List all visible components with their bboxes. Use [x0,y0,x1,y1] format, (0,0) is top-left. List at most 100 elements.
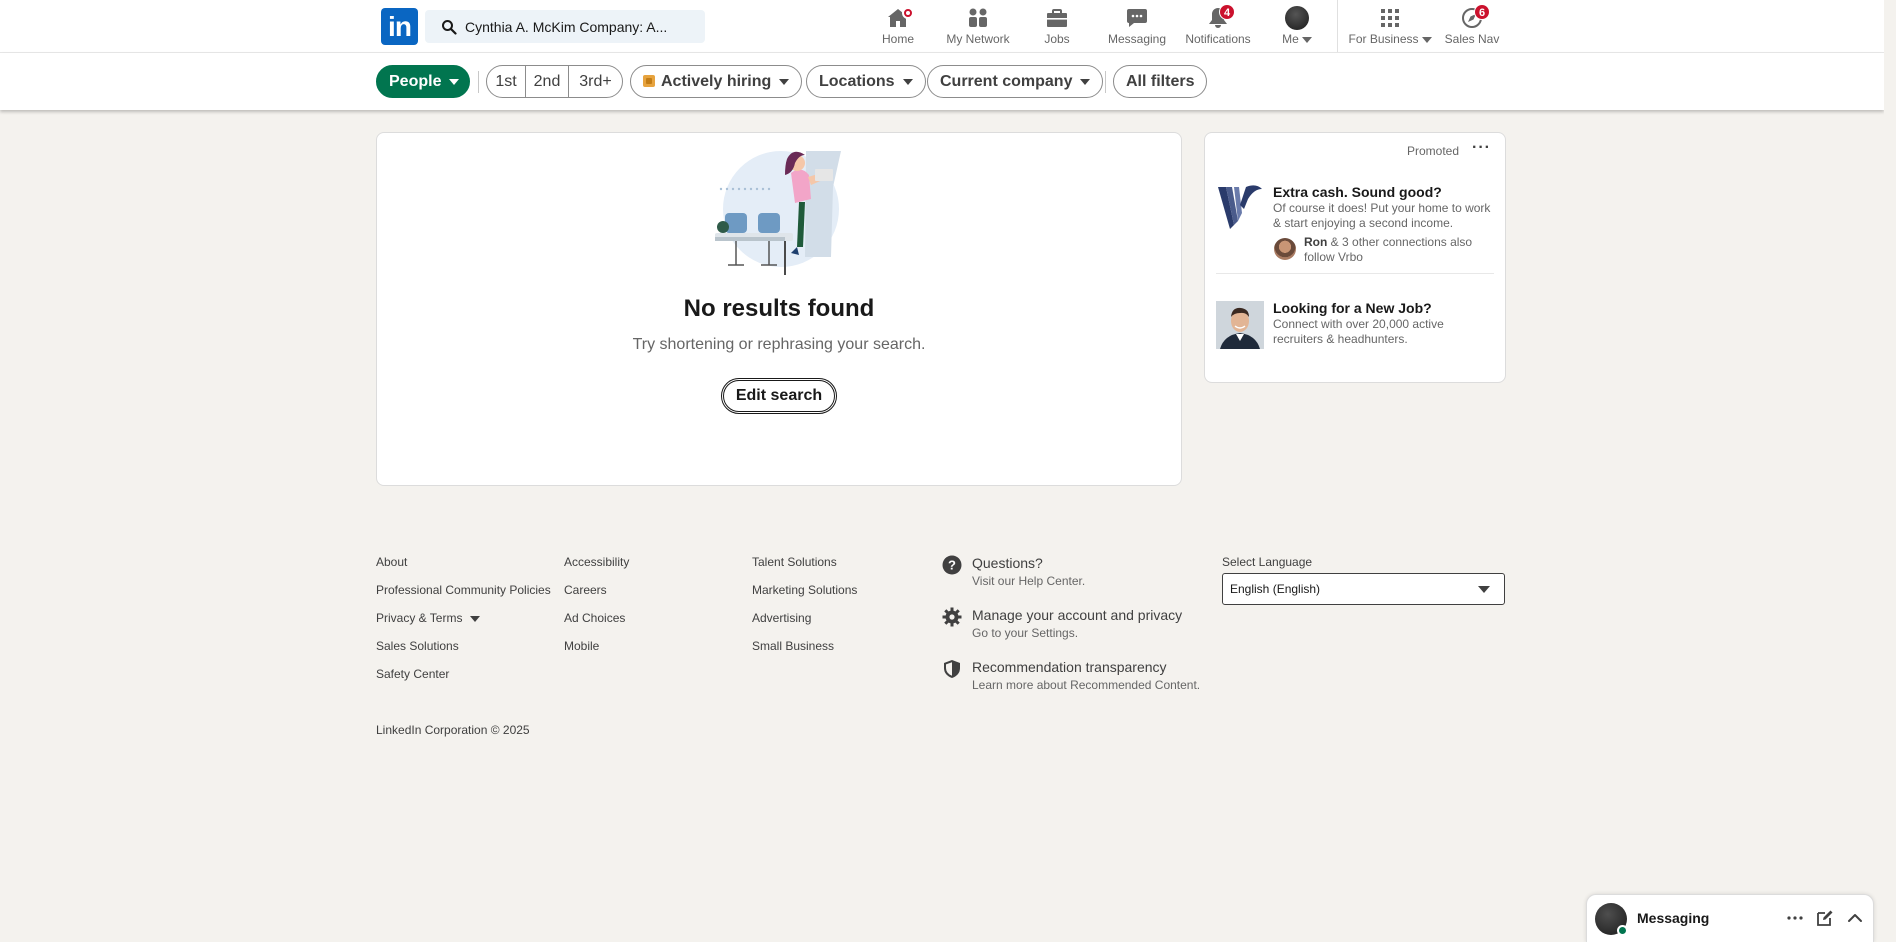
recruiter-photo[interactable] [1216,301,1264,349]
degree-3rd-button[interactable]: 3rd+ [569,66,622,97]
shield-icon [944,660,960,678]
chevron-down-icon [1421,36,1432,43]
no-results-subtitle: Try shortening or rephrasing your search… [632,336,926,353]
svg-text:?: ? [948,558,956,573]
degree-2nd-button[interactable]: 2nd [526,66,569,97]
messaging-overlay[interactable]: Messaging [1586,894,1874,942]
top-nav: in Cynthia A. McKim Company: A... Home M… [0,0,1884,53]
linkedin-logo[interactable]: in [381,8,418,45]
language-label: Select Language [1222,555,1313,569]
sales-nav-badge: 6 [1474,4,1490,20]
actively-hiring-filter[interactable]: Actively hiring [630,65,803,98]
nav-for-business-label: For Business [1346,32,1434,46]
degree-1st-button[interactable]: 1st [487,66,526,97]
footer-link[interactable]: Advertising [752,611,811,625]
more-options-icon[interactable] [1784,907,1806,929]
footer-link[interactable]: Accessibility [564,555,629,569]
messaging-icon [1127,9,1147,27]
help-subtitle: Visit our Help Center. [972,574,1086,588]
question-icon: ? [942,555,962,575]
filter-divider [478,71,479,93]
chevron-down-icon [449,78,460,85]
current-company-filter[interactable]: Current company [927,65,1104,98]
ad-text: Connect with over 20,000 active recruite… [1273,317,1444,346]
nav-divider [1337,0,1338,52]
footer-link-privacy-terms[interactable]: Privacy & Terms [376,611,481,625]
nav-sales-nav-label: Sales Nav [1444,32,1500,46]
connection-degree-group: 1st 2nd 3rd+ [486,65,623,98]
footer-link[interactable]: Professional Community Policies [376,583,551,597]
promoted-card: Promoted ··· Extra cash. Sound good? Of … [1204,132,1506,383]
footer-link[interactable]: Safety Center [376,667,449,681]
search-value: Cynthia A. McKim Company: A... [465,19,668,35]
help-title[interactable]: Recommendation transparency [972,659,1167,675]
online-status-icon [1617,925,1628,936]
nav-notifications-label: Notifications [1185,32,1251,46]
hiring-icon [643,75,655,87]
messaging-label: Messaging [1637,910,1710,926]
filter-divider [1105,71,1106,93]
filter-bar: People 1st 2nd 3rd+ Actively hiring Loca… [0,53,1884,110]
footer-link[interactable]: Small Business [752,639,834,653]
ad-divider [1216,273,1494,274]
vrbo-logo[interactable] [1216,185,1264,231]
nav-me[interactable]: Me [1272,4,1322,50]
ad-title[interactable]: Looking for a New Job? [1273,300,1432,316]
search-icon [442,20,457,35]
footer-link[interactable]: Mobile [564,639,599,653]
chevron-down-icon [1478,586,1490,593]
footer-link[interactable]: Careers [564,583,607,597]
page-scrollbar[interactable] [1884,0,1896,942]
nav-sales-nav[interactable]: 6 Sales Nav [1442,4,1502,50]
nav-home[interactable]: Home [872,4,924,50]
chevron-down-icon [470,615,481,622]
people-filter-button[interactable]: People [376,65,470,98]
chevron-up-icon[interactable] [1844,907,1866,929]
footer-link[interactable]: Ad Choices [564,611,625,625]
edit-search-button[interactable]: Edit search [721,378,837,414]
chevron-down-icon [1080,78,1091,85]
network-icon [969,8,987,27]
avatar [1285,6,1309,30]
chevron-down-icon [779,78,790,85]
ad-text: Of course it does! Put your home to work… [1273,201,1491,230]
grid-icon [1381,9,1399,27]
footer-link[interactable]: Sales Solutions [376,639,459,653]
compose-icon[interactable] [1814,907,1836,929]
help-title[interactable]: Questions? [972,555,1043,571]
nav-messaging[interactable]: Messaging [1102,4,1172,50]
no-results-illustration [715,151,841,275]
nav-me-label: Me [1272,32,1322,46]
help-title[interactable]: Manage your account and privacy [972,607,1182,623]
nav-home-label: Home [881,32,914,46]
locations-filter[interactable]: Locations [806,65,926,98]
promoted-label: Promoted [1406,144,1459,158]
briefcase-icon [1047,9,1067,27]
nav-jobs-label: Jobs [1044,32,1070,46]
home-dot-badge [902,7,914,19]
nav-messaging-label: Messaging [1107,32,1167,46]
nav-my-network-label: My Network [946,32,1010,46]
search-input[interactable]: Cynthia A. McKim Company: A... [425,10,705,43]
nav-jobs[interactable]: Jobs [1034,4,1080,50]
chevron-down-icon [902,78,913,85]
person-photo-icon [1216,301,1264,349]
ad-title[interactable]: Extra cash. Sound good? [1273,184,1442,200]
no-results-title: No results found [683,295,875,322]
no-results-card: No results found Try shortening or rephr… [376,132,1182,486]
nav-for-business[interactable]: For Business [1346,4,1434,50]
more-options-icon[interactable]: ··· [1472,139,1491,157]
footer-link[interactable]: About [376,555,407,569]
language-select[interactable]: English (English) [1222,573,1505,605]
copyright: LinkedIn Corporation © 2025 [376,723,530,737]
ad-follow-text: Ron & 3 other connections also follow Vr… [1304,235,1473,264]
connection-avatar [1274,238,1296,260]
help-subtitle: Learn more about Recommended Content. [972,678,1201,692]
footer-link[interactable]: Talent Solutions [752,555,837,569]
help-subtitle: Go to your Settings. [972,626,1079,640]
nav-my-network[interactable]: My Network [940,4,1016,50]
chevron-down-icon [1301,36,1312,43]
nav-notifications[interactable]: 4 Notifications [1180,4,1256,50]
footer-link[interactable]: Marketing Solutions [752,583,857,597]
all-filters-button[interactable]: All filters [1113,65,1208,98]
